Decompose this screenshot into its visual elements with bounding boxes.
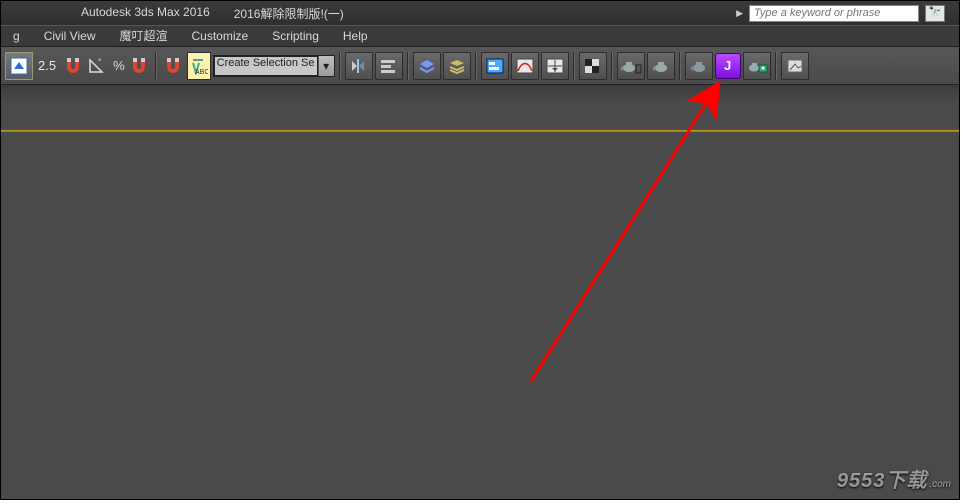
home-button[interactable]	[5, 52, 33, 80]
watermark: 9553下载.com	[837, 464, 951, 493]
svg-text:ABC: ABC	[195, 69, 208, 75]
align-button[interactable]	[375, 52, 403, 80]
explorer-icon	[485, 57, 505, 75]
magnet-icon	[63, 56, 83, 76]
plugin-j-button[interactable]: J	[715, 53, 741, 79]
menu-item-0[interactable]: g	[1, 25, 32, 47]
snap-magnet-2[interactable]	[127, 52, 151, 80]
material-editor-button[interactable]	[579, 52, 607, 80]
edit-named-selection[interactable]: ABC	[187, 52, 211, 80]
search-caret-icon[interactable]: ▶	[736, 8, 743, 19]
svg-text:°: °	[98, 57, 102, 67]
mirror-button[interactable]	[345, 52, 373, 80]
layer-manager-button[interactable]	[413, 52, 441, 80]
letter-j-icon: J	[724, 58, 731, 73]
teapot-settings-icon	[620, 57, 642, 75]
snap-magnet-3[interactable]	[161, 52, 185, 80]
app-title: Autodesk 3ds Max 2016	[81, 5, 210, 22]
snap-magnet-1[interactable]	[61, 52, 85, 80]
curve-editor-button[interactable]	[511, 52, 539, 80]
render-production-button[interactable]	[685, 52, 713, 80]
schematic-view-button[interactable]	[541, 52, 569, 80]
main-toolbar: 2.5 ° % ABC Create Selection Se ▾	[1, 47, 959, 85]
rendered-frame-button[interactable]	[647, 52, 675, 80]
angle-icon: °	[88, 56, 110, 76]
schematic-icon	[545, 57, 565, 75]
render-setup-button[interactable]	[617, 52, 645, 80]
viewport-divider	[1, 130, 959, 132]
menu-item-moding[interactable]: 魔叮超渲	[107, 25, 179, 47]
magnet-icon	[129, 56, 149, 76]
viewport[interactable]	[1, 85, 959, 499]
align-icon	[379, 57, 399, 75]
material-icon	[583, 57, 603, 75]
percent-label: %	[113, 58, 125, 73]
render-iteration-button[interactable]	[743, 52, 771, 80]
search-button[interactable]: 🔭	[925, 5, 945, 22]
menu-item-civil-view[interactable]: Civil View	[32, 25, 108, 47]
titlebar: Autodesk 3ds Max 2016 2016解除限制版!(一) ▶ 🔭	[1, 1, 959, 25]
autodesk-link-button[interactable]	[781, 52, 809, 80]
magnet-icon	[163, 56, 183, 76]
link-icon	[785, 57, 805, 75]
viewport-shadow	[1, 85, 959, 103]
angle-snap[interactable]: °	[87, 52, 111, 80]
layer-toggle-button[interactable]	[443, 52, 471, 80]
snap-value: 2.5	[35, 58, 59, 73]
document-title: 2016解除限制版!(一)	[234, 5, 344, 22]
selection-set-value: Create Selection Se	[214, 56, 318, 76]
menu-item-help[interactable]: Help	[331, 25, 380, 47]
teapot-icon	[688, 57, 710, 75]
home-icon	[10, 57, 28, 75]
mirror-icon	[349, 57, 369, 75]
curve-icon	[515, 57, 535, 75]
scene-explorer-button[interactable]	[481, 52, 509, 80]
binoculars-icon: 🔭	[929, 7, 941, 18]
teapot-photo-icon	[746, 57, 768, 75]
selection-set-combo[interactable]: Create Selection Se ▾	[213, 55, 335, 77]
menu-item-scripting[interactable]: Scripting	[260, 25, 331, 47]
menu-item-customize[interactable]: Customize	[180, 25, 261, 47]
teapot-frame-icon	[650, 57, 672, 75]
search-input[interactable]	[749, 5, 919, 22]
chevron-down-icon[interactable]: ▾	[318, 56, 334, 76]
menubar: g Civil View 魔叮超渲 Customize Scripting He…	[1, 25, 959, 47]
layers-icon	[417, 57, 437, 75]
edit-icon: ABC	[190, 57, 208, 75]
layers-alt-icon	[447, 57, 467, 75]
